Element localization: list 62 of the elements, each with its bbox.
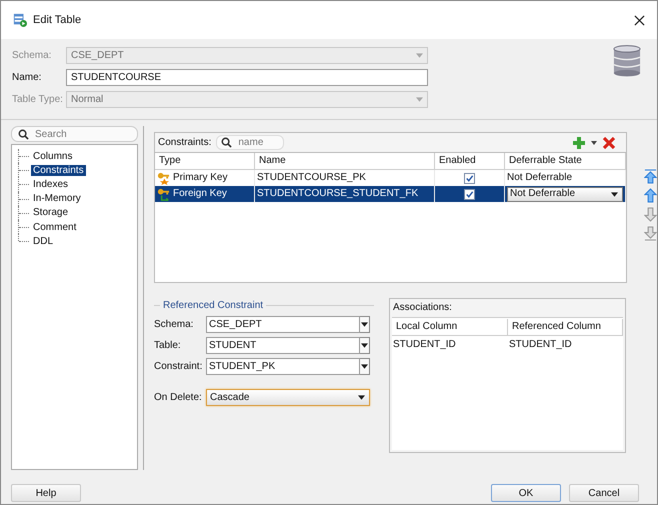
- caret-icon: [361, 322, 368, 327]
- field-label: Table:: [154, 339, 182, 353]
- caret-icon: [416, 97, 423, 102]
- tree-item[interactable]: Comment: [31, 222, 78, 233]
- associations-label: Associations:: [392, 301, 453, 315]
- caret-icon: [611, 192, 618, 196]
- ok-button[interactable]: OK: [491, 484, 561, 502]
- column-header[interactable]: Enabled: [435, 153, 505, 169]
- column-header[interactable]: Local Column: [392, 318, 508, 334]
- table-row[interactable]: Foreign Key STUDENTCOURSE_STUDENT_FK Not Deferrable: [155, 186, 626, 202]
- caret-icon: [361, 343, 368, 348]
- down-arrow-icon[interactable]: [644, 207, 657, 222]
- column-header[interactable]: Name: [255, 153, 435, 169]
- tree-item[interactable]: Storage: [31, 207, 70, 218]
- delete-icon[interactable]: [602, 136, 616, 150]
- help-button[interactable]: Help: [11, 484, 81, 502]
- field-label: Schema:: [154, 318, 194, 332]
- table-cell-text: Not Deferrable: [507, 171, 572, 185]
- checkbox[interactable]: [464, 172, 475, 184]
- search-field[interactable]: Search: [11, 126, 138, 142]
- table-cell: STUDENTCOURSE_STUDENT_FK: [255, 186, 435, 202]
- table-icon: [13, 13, 27, 27]
- column-header[interactable]: Referenced Column: [508, 318, 623, 334]
- move-to-bottom-icon[interactable]: [644, 226, 657, 241]
- window-title: Edit Table: [33, 14, 82, 26]
- column-header[interactable]: Deferrable State: [505, 153, 626, 169]
- dropdown-field[interactable]: Cascade: [206, 389, 370, 406]
- constraints-label: Constraints:: [158, 137, 212, 148]
- up-arrow-icon[interactable]: [644, 188, 657, 203]
- add-icon[interactable]: [572, 136, 586, 150]
- section-title: Referenced Constraint: [163, 300, 264, 310]
- column-header[interactable]: Type: [155, 153, 255, 169]
- tree-item[interactable]: In-Memory: [31, 193, 83, 204]
- caret-icon: [416, 53, 423, 58]
- key-icon: [157, 188, 170, 200]
- key-icon: [157, 172, 170, 184]
- caret-icon[interactable]: [591, 140, 597, 144]
- table-cell-text: Foreign Key: [173, 187, 227, 201]
- dropdown-field[interactable]: Not Deferrable: [507, 186, 623, 202]
- table-cell-text: STUDENT_ID: [508, 339, 573, 350]
- caret-icon: [358, 395, 365, 400]
- tree-item[interactable]: DDL: [31, 236, 56, 247]
- close-icon[interactable]: [634, 14, 645, 26]
- cancel-button[interactable]: Cancel: [569, 484, 639, 502]
- field-label: Schema:: [12, 49, 52, 63]
- tree-item[interactable]: Indexes: [31, 178, 70, 190]
- field-label: Table Type:: [12, 93, 64, 107]
- input-field[interactable]: STUDENTCOURSE: [66, 69, 428, 86]
- field-label: On Delete:: [154, 391, 203, 405]
- move-to-top-icon[interactable]: [644, 169, 657, 184]
- checkbox[interactable]: [464, 188, 475, 200]
- caret-icon: [361, 364, 368, 369]
- tree-item[interactable]: Columns: [31, 150, 74, 162]
- database-icon: [613, 45, 641, 77]
- search-field[interactable]: name: [216, 135, 284, 150]
- table-cell-text: Primary Key: [173, 171, 228, 185]
- search-icon: [221, 137, 232, 148]
- table-cell-text: STUDENT_ID: [392, 339, 457, 350]
- field-label: Name:: [12, 71, 42, 85]
- tree-item[interactable]: Constraints: [31, 164, 86, 176]
- field-label: Constraint:: [154, 360, 204, 374]
- search-icon: [18, 128, 29, 140]
